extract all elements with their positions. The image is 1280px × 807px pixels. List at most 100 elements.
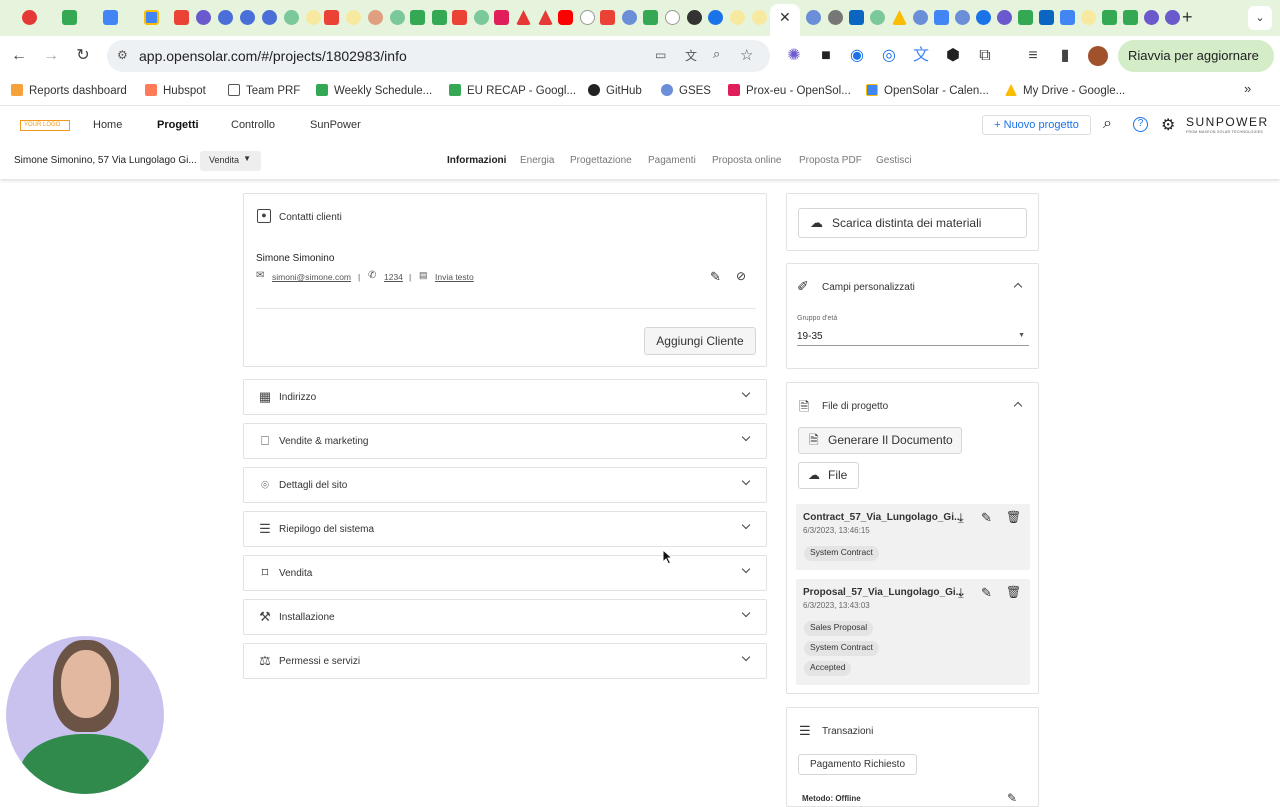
nav-projects[interactable]: Progetti bbox=[157, 119, 199, 131]
accordion-installazione[interactable]: ⚒ Installazione bbox=[243, 599, 767, 635]
chevron-down-icon[interactable] bbox=[742, 522, 752, 532]
bookmark-item[interactable]: EU RECAP - Googl... bbox=[449, 84, 576, 97]
tab-icon[interactable] bbox=[474, 10, 489, 25]
tab-icon[interactable] bbox=[1144, 10, 1159, 25]
tab-icon[interactable] bbox=[240, 10, 255, 25]
address-bar[interactable]: ⚙ app.opensolar.com/#/projects/1802983/i… bbox=[107, 40, 770, 72]
tab-informazioni[interactable]: Informazioni bbox=[447, 155, 506, 166]
translate-icon[interactable]: 文 bbox=[685, 47, 697, 64]
age-group-select[interactable]: 19-35 ▼ bbox=[797, 328, 1029, 346]
bookmark-item[interactable]: Hubspot bbox=[145, 84, 206, 97]
tab-icon[interactable] bbox=[913, 10, 928, 25]
bookmark-item[interactable]: Prox-eu - OpenSol... bbox=[728, 84, 851, 97]
search-icon[interactable]: ⌕ bbox=[1103, 115, 1112, 133]
tab-icon[interactable] bbox=[870, 10, 885, 25]
unlink-contact-icon[interactable]: ⊘ bbox=[736, 269, 746, 283]
tab-proposta-pdf[interactable]: Proposta PDF bbox=[799, 155, 862, 166]
tab-icon[interactable] bbox=[708, 10, 723, 25]
accordion-vendite-marketing[interactable]: ⎕ Vendite & marketing bbox=[243, 423, 767, 459]
bookmark-item[interactable]: GitHub bbox=[588, 84, 642, 97]
docs-tab-icon[interactable] bbox=[1060, 10, 1075, 25]
bookmark-item[interactable]: Team PRF bbox=[228, 84, 300, 97]
sheets-tab-icon[interactable] bbox=[1018, 10, 1033, 25]
file-name[interactable]: Proposal_57_Via_Lungolago_Gi... bbox=[803, 587, 964, 598]
accordion-indirizzo[interactable]: ▦ Indirizzo bbox=[243, 379, 767, 415]
camera-icon[interactable]: ▭ bbox=[655, 48, 666, 62]
edit-contact-icon[interactable]: ✎ bbox=[710, 269, 721, 285]
tab-icon[interactable] bbox=[368, 10, 383, 25]
nav-sunpower[interactable]: SunPower bbox=[310, 119, 361, 131]
send-text-link[interactable]: Invia testo bbox=[435, 272, 474, 282]
chevron-down-icon[interactable] bbox=[742, 654, 752, 664]
tab-icon[interactable] bbox=[806, 10, 821, 25]
file-name[interactable]: Contract_57_Via_Lungolago_Gi... bbox=[803, 512, 962, 523]
url-text[interactable]: app.opensolar.com/#/projects/1802983/inf… bbox=[139, 48, 407, 64]
add-client-button[interactable]: Aggiungi Cliente bbox=[644, 327, 756, 355]
tab-icon[interactable] bbox=[174, 10, 189, 25]
bookmark-item[interactable]: GSES bbox=[661, 84, 711, 97]
bookmark-star-icon[interactable]: ☆ bbox=[740, 46, 753, 64]
your-logo[interactable]: YOUR LOGO bbox=[20, 120, 70, 131]
extension-icon[interactable]: ◉ bbox=[846, 46, 868, 66]
accordion-dettagli-sito[interactable]: ⌾ Dettagli del sito bbox=[243, 467, 767, 503]
extension-icon[interactable]: ◎ bbox=[878, 46, 900, 66]
chevron-down-icon[interactable] bbox=[742, 610, 752, 620]
bookmark-item[interactable]: Reports dashboard bbox=[11, 84, 127, 97]
stage-dropdown[interactable]: Vendita ▼ bbox=[200, 151, 261, 171]
extension-icon[interactable]: ⬢ bbox=[942, 46, 964, 66]
generate-document-button[interactable]: 🗎 Generare Il Documento bbox=[798, 427, 962, 454]
relaunch-button[interactable]: Riavvia per aggiornare bbox=[1118, 40, 1274, 72]
profile-avatar[interactable] bbox=[1088, 46, 1108, 66]
active-tab[interactable]: ✕ bbox=[770, 4, 800, 36]
tab-icon[interactable] bbox=[828, 10, 843, 25]
accordion-riepilogo-sistema[interactable]: ☰ Riepilogo del sistema bbox=[243, 511, 767, 547]
sheets-tab-icon[interactable] bbox=[643, 10, 658, 25]
youtube-tab-icon[interactable] bbox=[558, 10, 573, 25]
tab-favicon-icon[interactable] bbox=[22, 10, 37, 25]
file-upload-button[interactable]: ☁ File bbox=[798, 462, 859, 489]
tab-icon[interactable] bbox=[516, 10, 531, 25]
calendar-tab-icon[interactable] bbox=[144, 10, 159, 25]
download-icon[interactable]: ⤓ bbox=[958, 510, 964, 526]
chevron-up-icon[interactable] bbox=[1014, 399, 1024, 409]
chevron-up-icon[interactable] bbox=[1014, 280, 1024, 290]
delete-icon[interactable]: 🗑 bbox=[1006, 510, 1021, 524]
linkedin-tab-icon[interactable] bbox=[849, 10, 864, 25]
bookmark-item[interactable]: My Drive - Google... bbox=[1005, 84, 1125, 97]
file-item[interactable]: Proposal_57_Via_Lungolago_Gi... 6/3/2023… bbox=[796, 579, 1030, 685]
tab-energia[interactable]: Energia bbox=[520, 155, 554, 166]
tab-icon[interactable] bbox=[218, 10, 233, 25]
file-item[interactable]: Contract_57_Via_Lungolago_Gi... 6/3/2023… bbox=[796, 504, 1030, 570]
tab-icon[interactable] bbox=[997, 10, 1012, 25]
tab-icon[interactable] bbox=[390, 10, 405, 25]
sheets-tab-icon[interactable] bbox=[410, 10, 425, 25]
tab-icon[interactable] bbox=[284, 10, 299, 25]
sheets-tab-icon[interactable] bbox=[1123, 10, 1138, 25]
tab-icon[interactable] bbox=[196, 10, 211, 25]
tab-icon[interactable] bbox=[622, 10, 637, 25]
translate-extension-icon[interactable]: 文 bbox=[910, 46, 932, 66]
settings-gear-icon[interactable]: ⚙ bbox=[1161, 115, 1175, 135]
payment-request-button[interactable]: Pagamento Richiesto bbox=[798, 754, 917, 775]
back-icon[interactable]: ← bbox=[8, 46, 30, 66]
nav-control[interactable]: Controllo bbox=[231, 119, 275, 131]
nav-home[interactable]: Home bbox=[93, 119, 122, 131]
chevron-down-icon[interactable] bbox=[742, 434, 752, 444]
more-bookmarks-icon[interactable]: » bbox=[1244, 81, 1251, 96]
tab-progettazione[interactable]: Progettazione bbox=[570, 155, 632, 166]
bookmark-item[interactable]: Weekly Schedule... bbox=[316, 84, 432, 97]
linkedin-tab-icon[interactable] bbox=[1039, 10, 1054, 25]
tab-icon[interactable] bbox=[752, 10, 767, 25]
close-tab-icon[interactable]: ✕ bbox=[779, 9, 791, 26]
side-panel-icon[interactable]: ▮ bbox=[1054, 46, 1076, 66]
sheets-tab-icon[interactable] bbox=[1102, 10, 1117, 25]
new-project-button[interactable]: + Nuovo progetto bbox=[982, 115, 1091, 135]
extensions-puzzle-icon[interactable]: ⧉ bbox=[974, 46, 996, 66]
slack-tab-icon[interactable] bbox=[494, 10, 509, 25]
tab-search-icon[interactable]: ⌄ bbox=[1248, 6, 1272, 30]
bookmark-item[interactable]: OpenSolar - Calen... bbox=[866, 84, 989, 97]
site-info-icon[interactable]: ⚙ bbox=[117, 48, 128, 62]
contact-phone-link[interactable]: 1234 bbox=[384, 272, 403, 282]
help-icon[interactable]: ? bbox=[1133, 117, 1148, 132]
new-tab-icon[interactable]: + bbox=[1182, 7, 1193, 28]
